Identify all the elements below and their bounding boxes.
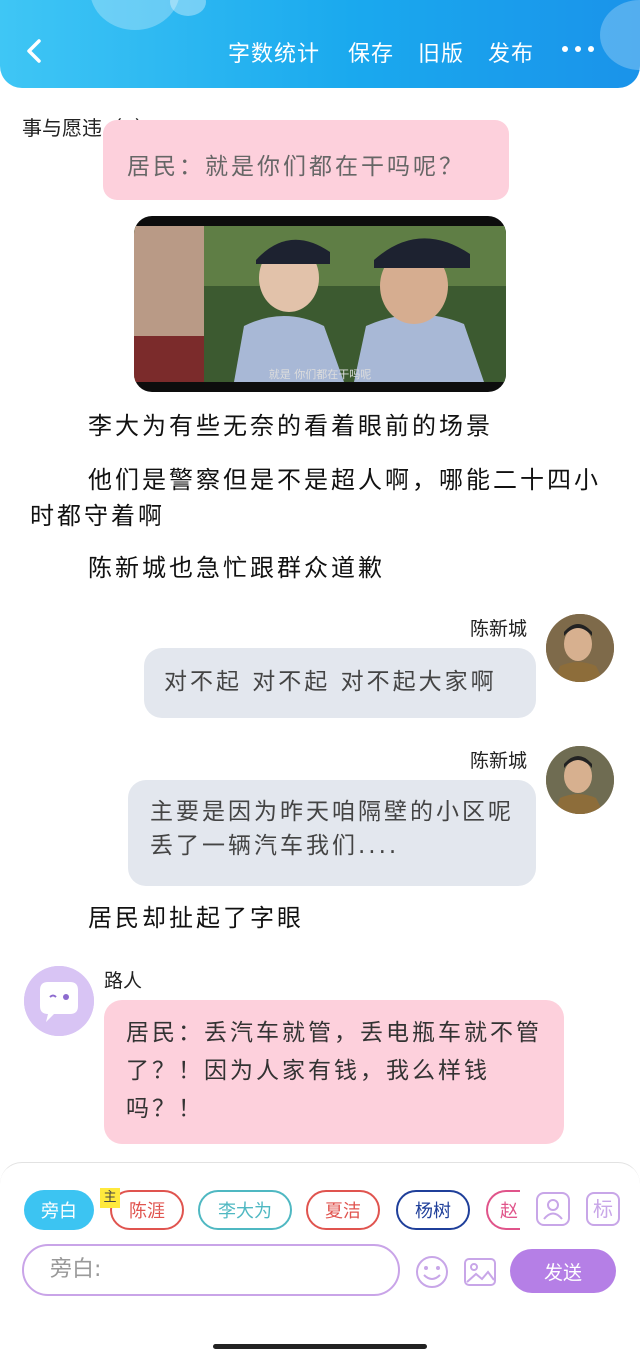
chip-label: 李大为 <box>218 1201 272 1222</box>
old-version-button[interactable]: 旧版 <box>418 36 464 68</box>
story-image[interactable]: 就是 你们都在干吗呢 <box>134 216 506 392</box>
role-chip[interactable]: 李大为 <box>198 1190 292 1230</box>
save-button[interactable]: 保存 <box>348 36 394 68</box>
message-text: 主要是因为昨天咱隔壁的小区呢丢了一辆汽车我们.... <box>150 799 514 859</box>
chip-label: 赵 <box>500 1201 518 1222</box>
role-chip-narrator[interactable]: 旁白 <box>24 1190 94 1230</box>
speaker-name: 陈新城 <box>470 618 528 640</box>
mark-button[interactable]: 标 <box>586 1192 620 1226</box>
header-decoration <box>600 0 640 70</box>
avatar[interactable] <box>546 746 614 814</box>
add-character-icon[interactable] <box>536 1192 570 1226</box>
back-arrow-icon[interactable] <box>22 38 48 64</box>
narration-text[interactable]: 他们是警察但是不是超人啊，哪能二十四小时都守着啊 <box>30 462 610 534</box>
image-upload-icon[interactable] <box>462 1254 498 1290</box>
chip-label: 夏洁 <box>325 1201 361 1222</box>
chip-label: 陈涯 <box>129 1201 165 1222</box>
role-chip[interactable]: 陈涯 <box>110 1190 184 1230</box>
narration-text[interactable]: 陈新城也急忙跟群众道歉 <box>88 550 385 586</box>
send-button[interactable]: 发送 <box>510 1249 616 1293</box>
message-text: 居民：丢汽车就管，丢电瓶车就不管了？！因为人家有钱，我么样钱吗？！ <box>126 1020 542 1122</box>
message-text: 对不起 对不起 对不起大家啊 <box>164 669 497 695</box>
message-bubble[interactable]: 对不起 对不起 对不起大家啊 <box>144 648 536 718</box>
speaker-name: 陈新城 <box>470 750 528 772</box>
role-chip-partial[interactable]: 赵 <box>486 1190 520 1230</box>
emoji-icon[interactable] <box>414 1254 450 1290</box>
avatar[interactable] <box>24 966 94 1036</box>
image-caption: 就是 你们都在干吗呢 <box>268 368 372 381</box>
more-options-icon[interactable] <box>562 46 594 52</box>
protagonist-badge: 主 <box>100 1188 120 1208</box>
message-bubble[interactable]: 主要是因为昨天咱隔壁的小区呢丢了一辆汽车我们.... <box>128 780 536 886</box>
role-chip[interactable]: 夏洁 <box>306 1190 380 1230</box>
chat-bubble-icon <box>24 966 94 1036</box>
message-input[interactable]: 旁白: <box>22 1244 400 1296</box>
word-count-button[interactable]: 字数统计 <box>228 36 320 68</box>
header-decoration <box>90 0 180 30</box>
narration-text[interactable]: 李大为有些无奈的看着眼前的场景 <box>88 408 493 444</box>
send-label: 发送 <box>543 1261 582 1284</box>
chip-label: 旁白 <box>41 1201 77 1222</box>
chip-label: 杨树 <box>415 1201 451 1222</box>
role-chip[interactable]: 杨树 <box>396 1190 470 1230</box>
home-indicator <box>213 1344 427 1349</box>
header-decoration <box>170 0 206 16</box>
message-bubble-partial[interactable]: 居民：就是你们都在干吗呢？ <box>103 120 509 200</box>
publish-button[interactable]: 发布 <box>488 36 534 68</box>
message-bubble[interactable]: 居民：丢汽车就管，丢电瓶车就不管了？！因为人家有钱，我么样钱吗？！ <box>104 1000 564 1144</box>
speaker-name: 路人 <box>104 970 143 992</box>
narration-text[interactable]: 居民却扯起了字眼 <box>88 900 304 936</box>
avatar[interactable] <box>546 614 614 682</box>
top-app-bar: 字数统计 保存 旧版 发布 <box>0 0 640 88</box>
